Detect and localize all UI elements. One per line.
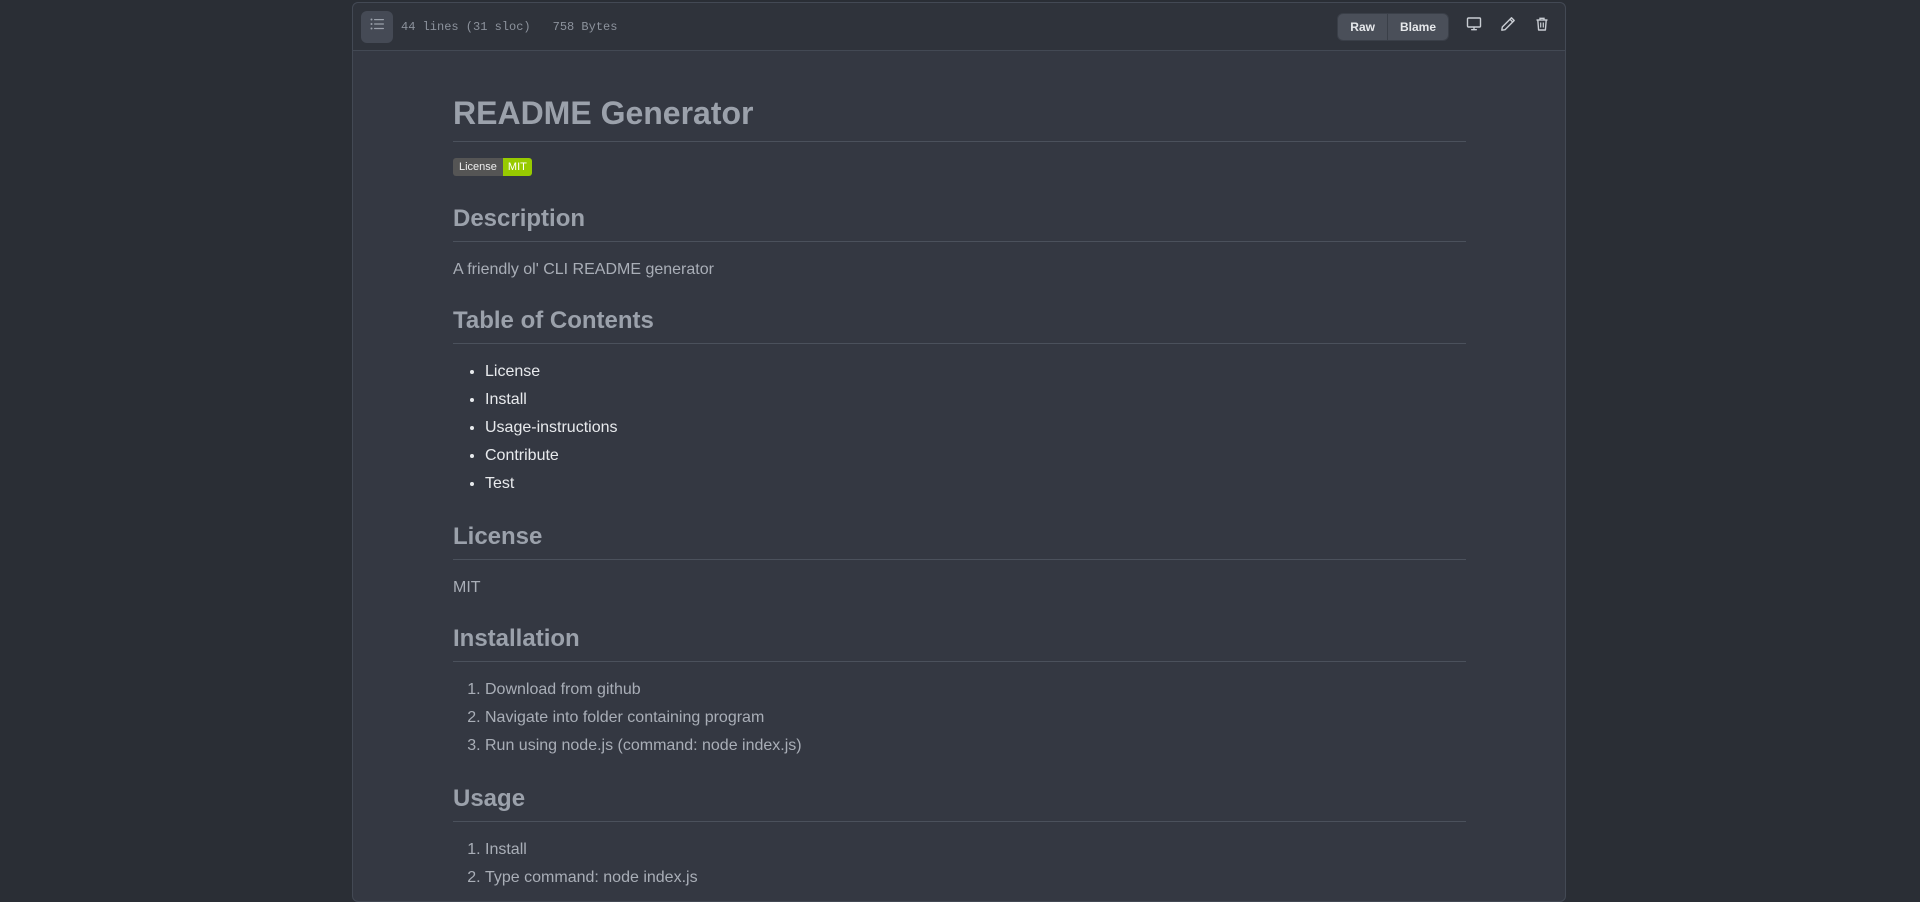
description-text: A friendly ol' CLI README generator xyxy=(453,261,714,278)
badge-label: License xyxy=(453,158,503,176)
blame-button[interactable]: Blame xyxy=(1387,12,1449,41)
open-desktop-button[interactable] xyxy=(1459,13,1489,41)
raw-blame-group: Raw Blame xyxy=(1337,12,1449,41)
installation-heading: Installation xyxy=(453,624,1466,662)
list-item: Navigate into folder containing program xyxy=(485,704,1466,732)
badge-value: MIT xyxy=(502,158,532,176)
list-item: Install xyxy=(485,836,1466,864)
list-item: Run using node.js (command: node index.j… xyxy=(485,732,1466,760)
toc-list: License Install Usage-instructions Contr… xyxy=(453,358,1466,498)
readme-title: README Generator xyxy=(453,93,1466,142)
file-viewer: 44 lines (31 sloc) 758 Bytes Raw Blame R… xyxy=(352,2,1566,902)
desktop-icon xyxy=(1466,16,1482,37)
toc-link-test[interactable]: Test xyxy=(485,475,514,492)
toc-link-install[interactable]: Install xyxy=(485,391,527,408)
toc-link-usage[interactable]: Usage-instructions xyxy=(485,419,618,436)
readme-content: README Generator License MIT Description… xyxy=(453,51,1466,892)
list-item: Contribute xyxy=(485,442,1466,470)
toc-link-contribute[interactable]: Contribute xyxy=(485,447,559,464)
installation-steps: Download from github Navigate into folde… xyxy=(453,676,1466,760)
edit-file-button[interactable] xyxy=(1493,13,1523,41)
list-item: License xyxy=(485,358,1466,386)
file-info: 44 lines (31 sloc) 758 Bytes xyxy=(401,20,617,34)
license-heading: License xyxy=(453,522,1466,560)
list-item: Usage-instructions xyxy=(485,414,1466,442)
list-item: Download from github xyxy=(485,676,1466,704)
list-item: Type command: node index.js xyxy=(485,864,1466,892)
pencil-icon xyxy=(1500,16,1516,37)
license-badge[interactable]: License MIT xyxy=(453,158,532,176)
license-text: MIT xyxy=(453,579,481,596)
trash-icon xyxy=(1534,16,1550,37)
delete-file-button[interactable] xyxy=(1527,13,1557,41)
raw-button[interactable]: Raw xyxy=(1337,12,1388,41)
toc-link-license[interactable]: License xyxy=(485,363,540,380)
file-actions: Raw Blame xyxy=(1337,12,1557,41)
outline-toggle-button[interactable] xyxy=(361,10,393,43)
list-item: Install xyxy=(485,386,1466,414)
toc-heading: Table of Contents xyxy=(453,306,1466,344)
description-heading: Description xyxy=(453,204,1466,242)
file-size: 758 Bytes xyxy=(552,19,618,34)
usage-heading: Usage xyxy=(453,784,1466,822)
usage-steps: Install Type command: node index.js xyxy=(453,836,1466,892)
list-icon xyxy=(369,16,385,37)
file-header: 44 lines (31 sloc) 758 Bytes Raw Blame xyxy=(353,3,1565,51)
list-item: Test xyxy=(485,470,1466,498)
line-count: 44 lines (31 sloc) xyxy=(401,19,531,34)
